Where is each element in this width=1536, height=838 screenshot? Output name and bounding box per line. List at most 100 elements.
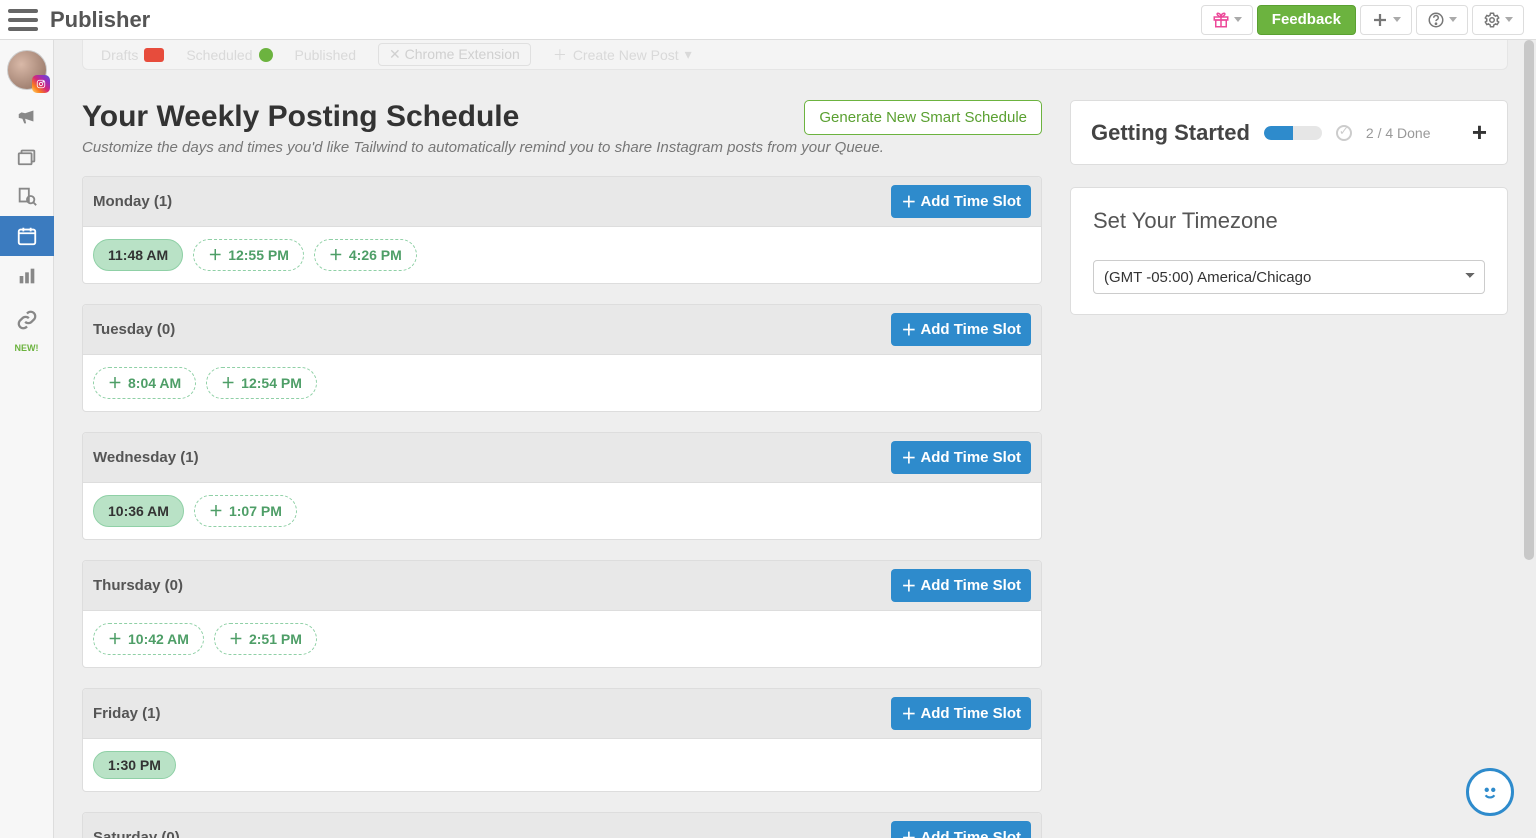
chevron-down-icon (1393, 17, 1401, 22)
plus-icon: ＋ (901, 319, 916, 340)
add-menu-button[interactable] (1360, 5, 1412, 35)
gear-icon (1483, 11, 1501, 29)
help-menu-button[interactable] (1416, 5, 1468, 35)
rail-media[interactable] (0, 136, 54, 176)
time-slot-filled[interactable]: 11:48 AM (93, 239, 183, 271)
time-slot-time: 1:07 PM (229, 503, 282, 519)
page-subtitle: Customize the days and times you'd like … (82, 139, 1042, 156)
schedule-main: Your Weekly Posting Schedule Generate Ne… (82, 100, 1042, 838)
time-slot-suggested[interactable]: ＋10:42 AM (93, 623, 204, 655)
add-time-slot-button[interactable]: ＋Add Time Slot (891, 697, 1031, 730)
instagram-badge-icon (32, 75, 50, 93)
day-header: Monday (1)＋Add Time Slot (83, 177, 1041, 227)
rail-schedule[interactable] (0, 216, 54, 256)
timezone-select[interactable]: (GMT -05:00) America/Chicago (1093, 260, 1485, 294)
day-title: Thursday (0) (93, 577, 183, 594)
day-title: Tuesday (0) (93, 321, 175, 338)
tab-scheduled[interactable]: Scheduled (186, 47, 272, 63)
plus-icon: ＋ (901, 827, 916, 838)
day-block: Wednesday (1) ＋Add Time Slot 10:36 AM ＋ 1:07… (82, 432, 1042, 540)
topbar: Publisher Feedback (0, 0, 1536, 40)
add-time-slot-button[interactable]: ＋Add Time Slot (891, 185, 1031, 218)
time-slot-time: 12:54 PM (241, 375, 302, 391)
plus-icon: ＋ (901, 447, 916, 468)
plus-icon: ＋ (901, 575, 916, 596)
plus-icon: ＋ (229, 629, 243, 649)
generate-schedule-button[interactable]: Generate New Smart Schedule (804, 100, 1042, 135)
add-time-slot-button[interactable]: ＋Add Time Slot (891, 313, 1031, 346)
topbar-actions: Feedback (1201, 5, 1524, 35)
chevron-down-icon (1234, 17, 1242, 22)
time-slot-suggested[interactable]: ＋ 12:54 PM (206, 367, 317, 399)
slot-row: ＋10:42 AM ＋2:51 PM (83, 611, 1041, 667)
rail-search[interactable] (0, 176, 54, 216)
time-slot-suggested[interactable]: ＋2:51 PM (214, 623, 317, 655)
help-chat-bubble[interactable] (1466, 768, 1514, 816)
time-slot-filled[interactable]: 10:36 AM (93, 495, 184, 527)
day-header: Thursday (0) ＋Add Time Slot (83, 561, 1041, 611)
tab-chrome-extension[interactable]: ✕ Chrome Extension (378, 43, 531, 66)
gift-icon (1212, 11, 1230, 29)
scrollbar[interactable] (1524, 40, 1534, 838)
add-time-slot-button[interactable]: ＋Add Time Slot (891, 569, 1031, 602)
day-title: Wednesday (1) (93, 449, 199, 466)
plus-icon (1371, 11, 1389, 29)
rail-analytics[interactable] (0, 256, 54, 296)
time-slot-suggested[interactable]: ＋12:55 PM (193, 239, 304, 271)
check-circle-icon (1336, 125, 1352, 141)
time-slot-time: 12:55 PM (228, 247, 289, 263)
plus-icon: ＋ (221, 373, 235, 393)
gift-button[interactable] (1201, 5, 1253, 35)
tab-create-new-post[interactable]: ＋ Create New Post ▾ (553, 45, 692, 65)
getting-started-card[interactable]: Getting Started 2 / 4 Done + (1070, 100, 1508, 165)
app-title: Publisher (50, 7, 150, 33)
slot-row: ＋8:04 AM＋12:54 PM (83, 355, 1041, 411)
page-heading: Your Weekly Posting Schedule (82, 100, 519, 134)
time-slot-time: 10:36 AM (108, 503, 169, 519)
timezone-card: Set Your Timezone (GMT -05:00) America/C… (1070, 187, 1508, 315)
megaphone-icon (16, 105, 38, 127)
expand-plus-icon[interactable]: + (1472, 117, 1487, 148)
day-block: Tuesday (0)＋Add Time Slot＋8:04 AM＋12:54 … (82, 304, 1042, 412)
plus-icon: ＋ (108, 629, 122, 649)
day-header: Saturday (0) ＋Add Time Slot (83, 813, 1041, 838)
time-slot-suggested[interactable]: ＋8:04 AM (93, 367, 196, 399)
chevron-down-icon (1449, 17, 1457, 22)
calendar-icon (16, 225, 38, 247)
rail-publisher[interactable] (0, 96, 54, 136)
plus-icon: ＋ (901, 703, 916, 724)
timezone-title: Set Your Timezone (1093, 208, 1485, 234)
content-scroll[interactable]: Drafts Scheduled Published ✕ Chrome Exte… (54, 40, 1536, 838)
time-slot-filled[interactable]: 1:30 PM (93, 751, 176, 779)
time-slot-suggested[interactable]: ＋4:26 PM (314, 239, 417, 271)
feedback-button[interactable]: Feedback (1257, 5, 1356, 35)
plus-icon: ＋ (209, 501, 223, 521)
smile-icon (1477, 779, 1503, 805)
time-slot-suggested[interactable]: ＋ 1:07 PM (194, 495, 297, 527)
chevron-down-icon (1505, 17, 1513, 22)
add-time-slot-button[interactable]: ＋Add Time Slot (891, 821, 1031, 838)
help-icon (1427, 11, 1445, 29)
slot-row: 1:30 PM (83, 739, 1041, 791)
plus-icon: ＋ (901, 191, 916, 212)
day-title: Saturday (0) (93, 829, 180, 838)
image-stack-icon (16, 145, 38, 167)
time-slot-time: 4:26 PM (349, 247, 402, 263)
settings-menu-button[interactable] (1472, 5, 1524, 35)
slot-row: 10:36 AM ＋ 1:07 PM (83, 483, 1041, 539)
left-rail: NEW! (0, 40, 54, 838)
getting-started-count: 2 / 4 Done (1366, 125, 1431, 141)
search-stack-icon (16, 185, 38, 207)
tab-drafts[interactable]: Drafts (101, 47, 164, 63)
rail-link[interactable]: NEW! (0, 296, 54, 344)
tab-published[interactable]: Published (295, 47, 357, 63)
slot-row: 11:48 AM ＋12:55 PM ＋4:26 PM (83, 227, 1041, 283)
getting-started-title: Getting Started (1091, 120, 1250, 146)
day-title: Friday (1) (93, 705, 161, 722)
account-avatar[interactable] (7, 50, 47, 90)
day-block: Friday (1) ＋Add Time Slot 1:30 PM (82, 688, 1042, 792)
day-header: Wednesday (1) ＋Add Time Slot (83, 433, 1041, 483)
hamburger-menu[interactable] (8, 5, 38, 35)
plus-icon: ＋ (108, 373, 122, 393)
add-time-slot-button[interactable]: ＋Add Time Slot (891, 441, 1031, 474)
